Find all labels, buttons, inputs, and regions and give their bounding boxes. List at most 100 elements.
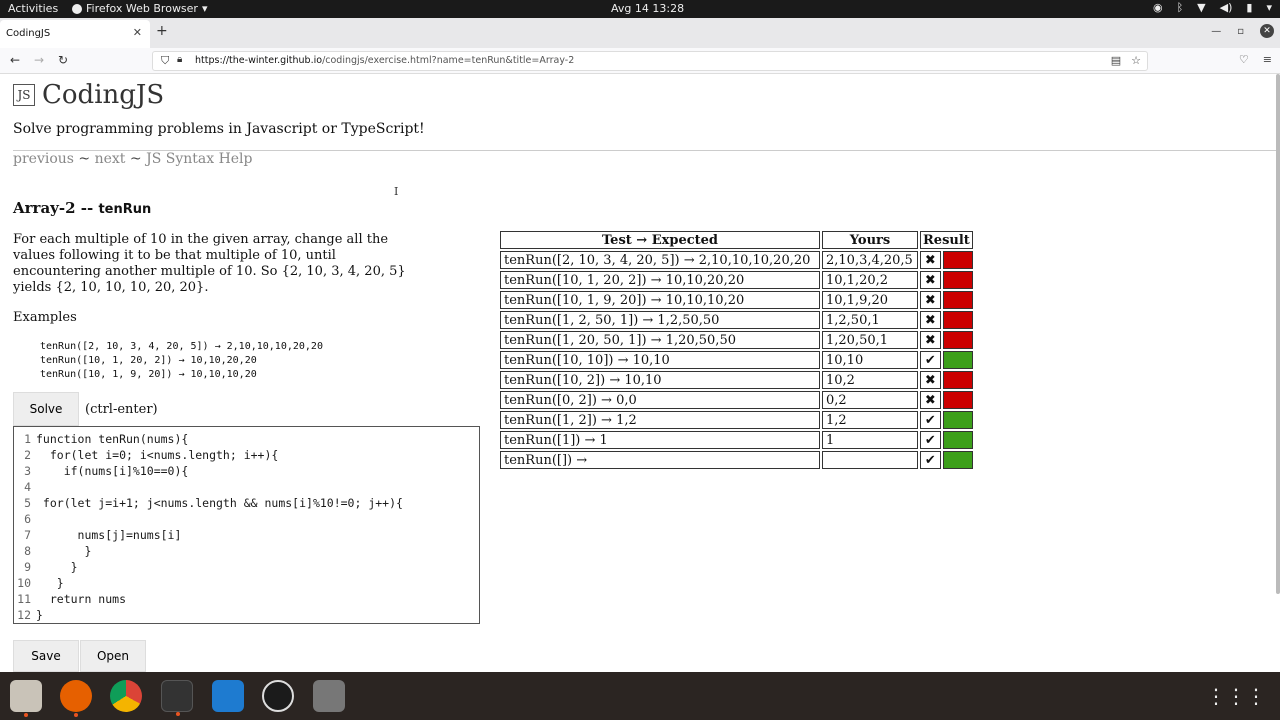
- vscode-icon[interactable]: [212, 680, 244, 712]
- code-line[interactable]: 1 function tenRun(nums){: [14, 431, 479, 447]
- volume-icon: ◀): [1219, 1, 1233, 14]
- solve-shortcut-hint: (ctrl-enter): [85, 402, 158, 417]
- window-controls: — ▫ ✕: [1211, 24, 1274, 38]
- code-line[interactable]: 12}: [14, 607, 479, 623]
- bluetooth-icon: ᛒ: [1176, 1, 1184, 14]
- battery-icon: ▮: [1246, 1, 1253, 14]
- problem-description: For each multiple of 10 in the given arr…: [13, 232, 406, 295]
- yours-cell: 1,20,50,1: [822, 331, 918, 349]
- check-icon: ✔: [920, 451, 941, 469]
- yours-cell: 10,2: [822, 371, 918, 389]
- site-title: CodingJS: [42, 80, 165, 110]
- files-icon[interactable]: [10, 680, 42, 717]
- code-editor[interactable]: 1 function tenRun(nums){2 for(let i=0; i<…: [13, 426, 480, 624]
- previous-link[interactable]: previous: [13, 151, 74, 167]
- solve-button[interactable]: Solve: [13, 392, 79, 426]
- line-number: 7: [24, 528, 31, 542]
- codingjs-logo-icon: JS: [13, 84, 35, 106]
- code-line[interactable]: 11 return nums: [14, 591, 479, 607]
- result-status-swatch: [942, 371, 973, 389]
- chevron-down-icon: ▾: [1266, 1, 1272, 14]
- system-top-bar: Activities Firefox Web Browser ▾ Avg 14 …: [0, 0, 1280, 18]
- cross-icon: ✖: [920, 331, 941, 349]
- code-line[interactable]: 7 nums[j]=nums[i]: [14, 527, 479, 543]
- check-icon: ✔: [920, 431, 941, 449]
- yours-cell: 1,2: [822, 411, 918, 429]
- code-line[interactable]: 10 }: [14, 575, 479, 591]
- app-menu[interactable]: Firefox Web Browser ▾: [72, 2, 208, 15]
- cross-icon: ✖: [920, 291, 941, 309]
- result-status-swatch: [942, 331, 973, 349]
- code-line[interactable]: 6: [14, 511, 479, 527]
- reload-icon[interactable]: ↻: [58, 53, 68, 67]
- code-text: }: [36, 608, 43, 622]
- line-number: 5: [24, 496, 31, 510]
- maximize-icon[interactable]: ▫: [1237, 26, 1244, 37]
- new-tab-button[interactable]: +: [156, 23, 168, 39]
- menu-icon[interactable]: ≡: [1263, 53, 1272, 66]
- activities-button[interactable]: Activities: [8, 2, 58, 15]
- result-status-swatch: [942, 431, 973, 449]
- result-row: tenRun([0, 2]) → 0,0 0,2 ✖: [500, 391, 973, 409]
- firefox-icon[interactable]: [60, 680, 92, 717]
- chrome-icon[interactable]: [110, 680, 142, 712]
- result-row: tenRun([10, 1, 9, 20]) → 10,10,10,20 10,1…: [500, 291, 973, 309]
- code-text: }: [36, 560, 78, 574]
- close-window-icon[interactable]: ✕: [1260, 24, 1274, 38]
- firefox-icon: [72, 3, 82, 14]
- problem-category: Array-2 --: [13, 199, 99, 217]
- line-number: 10: [17, 576, 31, 590]
- page-scrollbar[interactable]: [1276, 74, 1280, 594]
- code-line[interactable]: 9 }: [14, 559, 479, 575]
- tagline: Solve programming problems in Javascript…: [13, 121, 425, 137]
- test-expected-cell: tenRun([10, 1, 9, 20]) → 10,10,10,20: [500, 291, 820, 309]
- code-text: if(nums[i]%10==0){: [36, 464, 189, 478]
- result-row: tenRun([1, 20, 50, 1]) → 1,20,50,50 1,20,…: [500, 331, 973, 349]
- code-line[interactable]: 5 for(let j=i+1; j<nums.length && nums[i…: [14, 495, 479, 511]
- url-bar[interactable]: ⛉ 🔒︎ https://the-winter.github.io/coding…: [152, 51, 1148, 71]
- minimize-icon[interactable]: —: [1211, 26, 1221, 37]
- line-number: 1: [24, 432, 31, 446]
- chevron-down-icon: ▾: [201, 2, 208, 15]
- result-row: tenRun([1, 2]) → 1,2 1,2 ✔: [500, 411, 973, 429]
- example-line: tenRun([10, 1, 20, 2]) → 10,10,20,20: [40, 355, 257, 366]
- header-yours: Yours: [822, 231, 918, 249]
- problem-heading: Array-2 -- tenRun: [13, 199, 151, 217]
- syntax-help-link[interactable]: JS Syntax Help: [146, 151, 252, 167]
- forward-icon[interactable]: →: [34, 53, 44, 67]
- cross-icon: ✖: [920, 251, 941, 269]
- browser-tab[interactable]: CodingJS ✕: [0, 20, 150, 48]
- terminal-icon[interactable]: [161, 680, 193, 716]
- save-button[interactable]: Save: [13, 640, 79, 672]
- code-line[interactable]: 4: [14, 479, 479, 495]
- code-line[interactable]: 2 for(let i=0; i<nums.length; i++){: [14, 447, 479, 463]
- result-row: tenRun([1, 2, 50, 1]) → 1,2,50,50 1,2,50,…: [500, 311, 973, 329]
- obs-icon[interactable]: [262, 680, 294, 712]
- back-icon[interactable]: ←: [10, 53, 20, 67]
- close-tab-icon[interactable]: ✕: [133, 26, 142, 39]
- result-status-swatch: [942, 391, 973, 409]
- lock-icon[interactable]: 🔒︎: [177, 54, 182, 65]
- url-host: https://the-winter.github.io: [195, 55, 323, 66]
- shield-icon[interactable]: ⛉: [161, 54, 169, 68]
- code-line[interactable]: 3 if(nums[i]%10==0){: [14, 463, 479, 479]
- code-text: }: [36, 544, 92, 558]
- code-text: for(let j=i+1; j<nums.length && nums[i]%…: [36, 496, 403, 510]
- code-line[interactable]: 8 }: [14, 543, 479, 559]
- test-expected-cell: tenRun([10, 1, 20, 2]) → 10,10,20,20: [500, 271, 820, 289]
- page-content: JS CodingJS Solve programming problems i…: [0, 74, 1280, 672]
- test-expected-cell: tenRun([1, 20, 50, 1]) → 1,20,50,50: [500, 331, 820, 349]
- next-link[interactable]: next: [95, 151, 126, 167]
- test-expected-cell: tenRun([10, 2]) → 10,10: [500, 371, 820, 389]
- examples-label: Examples: [13, 310, 77, 325]
- pocket-icon[interactable]: ♡: [1239, 53, 1249, 66]
- yours-cell: 0,2: [822, 391, 918, 409]
- show-apps-icon[interactable]: ⋮⋮⋮: [1206, 684, 1266, 708]
- open-button[interactable]: Open: [80, 640, 146, 672]
- ssd-icon[interactable]: [313, 680, 345, 712]
- system-tray[interactable]: ◉ ᛒ ▼ ◀) ▮ ▾: [1153, 1, 1272, 14]
- reader-view-icon[interactable]: ▤: [1111, 54, 1121, 67]
- bookmark-star-icon[interactable]: ☆: [1131, 54, 1141, 67]
- clock[interactable]: Avg 14 13:28: [611, 2, 684, 15]
- result-row: tenRun([10, 10]) → 10,10 10,10 ✔: [500, 351, 973, 369]
